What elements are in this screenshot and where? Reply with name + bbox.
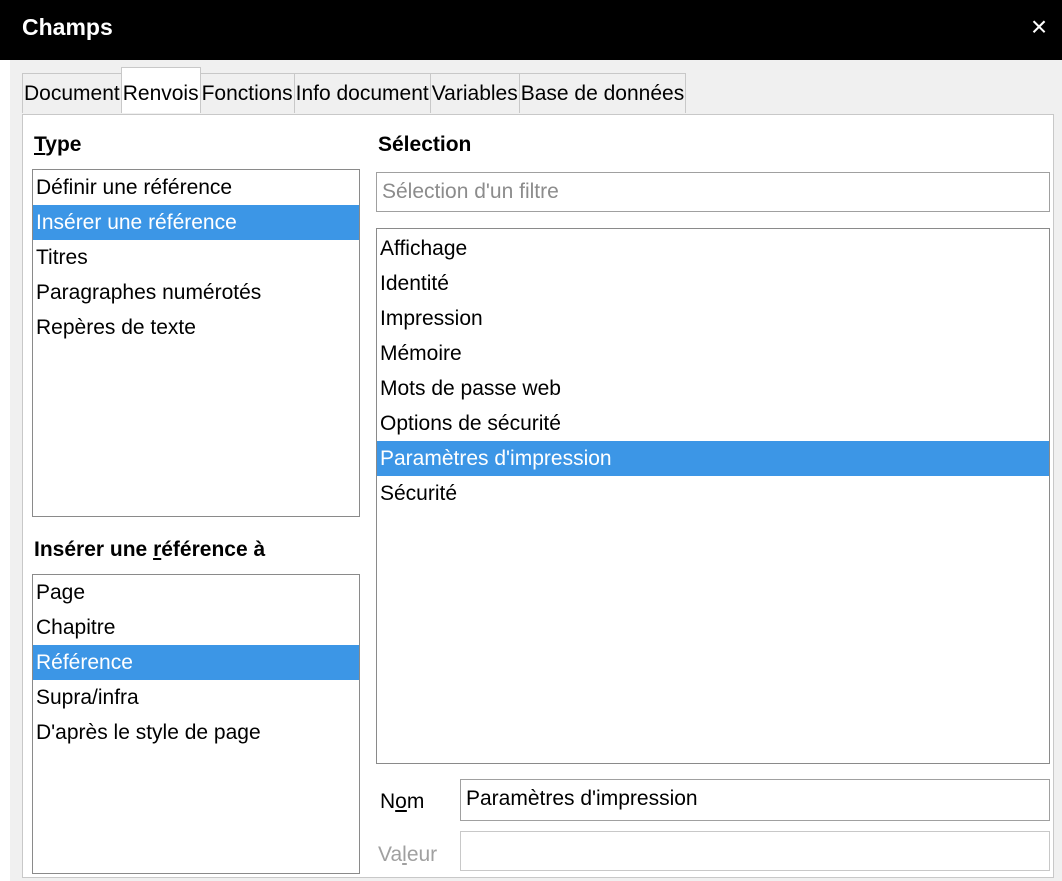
tab-base-de-donnees[interactable]: Base de données bbox=[518, 73, 687, 113]
close-icon[interactable]: × bbox=[1022, 12, 1056, 46]
list-item[interactable]: Mémoire bbox=[377, 336, 1049, 371]
filter-input[interactable]: Sélection d'un filtre bbox=[376, 172, 1050, 212]
tab-variables[interactable]: Variables bbox=[429, 73, 520, 113]
list-item[interactable]: Page bbox=[33, 575, 359, 610]
type-list[interactable]: Définir une référence Insérer une référe… bbox=[32, 169, 360, 517]
tab-fonctions[interactable]: Fonctions bbox=[199, 73, 295, 113]
title-bar: Champs × bbox=[0, 0, 1062, 60]
list-item[interactable]: Identité bbox=[377, 266, 1049, 301]
list-item[interactable]: Repères de texte bbox=[33, 310, 359, 345]
tab-renvois[interactable]: Renvois bbox=[120, 67, 201, 113]
list-item[interactable]: Référence bbox=[33, 645, 359, 680]
tab-info-document[interactable]: Info document bbox=[293, 73, 431, 113]
list-item[interactable]: Paramètres d'impression bbox=[377, 441, 1049, 476]
list-item[interactable]: Définir une référence bbox=[33, 170, 359, 205]
list-item[interactable]: D'après le style de page bbox=[33, 715, 359, 750]
list-item[interactable]: Paragraphes numérotés bbox=[33, 275, 359, 310]
window-title: Champs bbox=[22, 14, 113, 40]
name-field[interactable]: Paramètres d'impression bbox=[460, 779, 1050, 821]
list-item[interactable]: Titres bbox=[33, 240, 359, 275]
value-label: Valeur bbox=[378, 843, 438, 866]
insert-reference-label: Insérer une référence à bbox=[34, 538, 266, 561]
value-field bbox=[460, 831, 1050, 871]
list-item[interactable]: Affichage bbox=[377, 231, 1049, 266]
insert-reference-list[interactable]: Page Chapitre Référence Supra/infra D'ap… bbox=[32, 574, 360, 874]
selection-list[interactable]: Affichage Identité Impression Mémoire Mo… bbox=[376, 228, 1050, 764]
list-item[interactable]: Insérer une référence bbox=[33, 205, 359, 240]
list-item[interactable]: Mots de passe web bbox=[377, 371, 1049, 406]
type-label: Type bbox=[34, 133, 82, 156]
selection-label: Sélection bbox=[378, 133, 472, 156]
list-item[interactable]: Chapitre bbox=[33, 610, 359, 645]
name-label: Nom bbox=[380, 790, 425, 813]
list-item[interactable]: Impression bbox=[377, 301, 1049, 336]
list-item[interactable]: Options de sécurité bbox=[377, 406, 1049, 441]
list-item[interactable]: Supra/infra bbox=[33, 680, 359, 715]
tab-document[interactable]: Document bbox=[22, 73, 122, 113]
list-item[interactable]: Sécurité bbox=[377, 476, 1049, 511]
tab-bar: Document Renvois Fonctions Info document… bbox=[22, 67, 687, 115]
